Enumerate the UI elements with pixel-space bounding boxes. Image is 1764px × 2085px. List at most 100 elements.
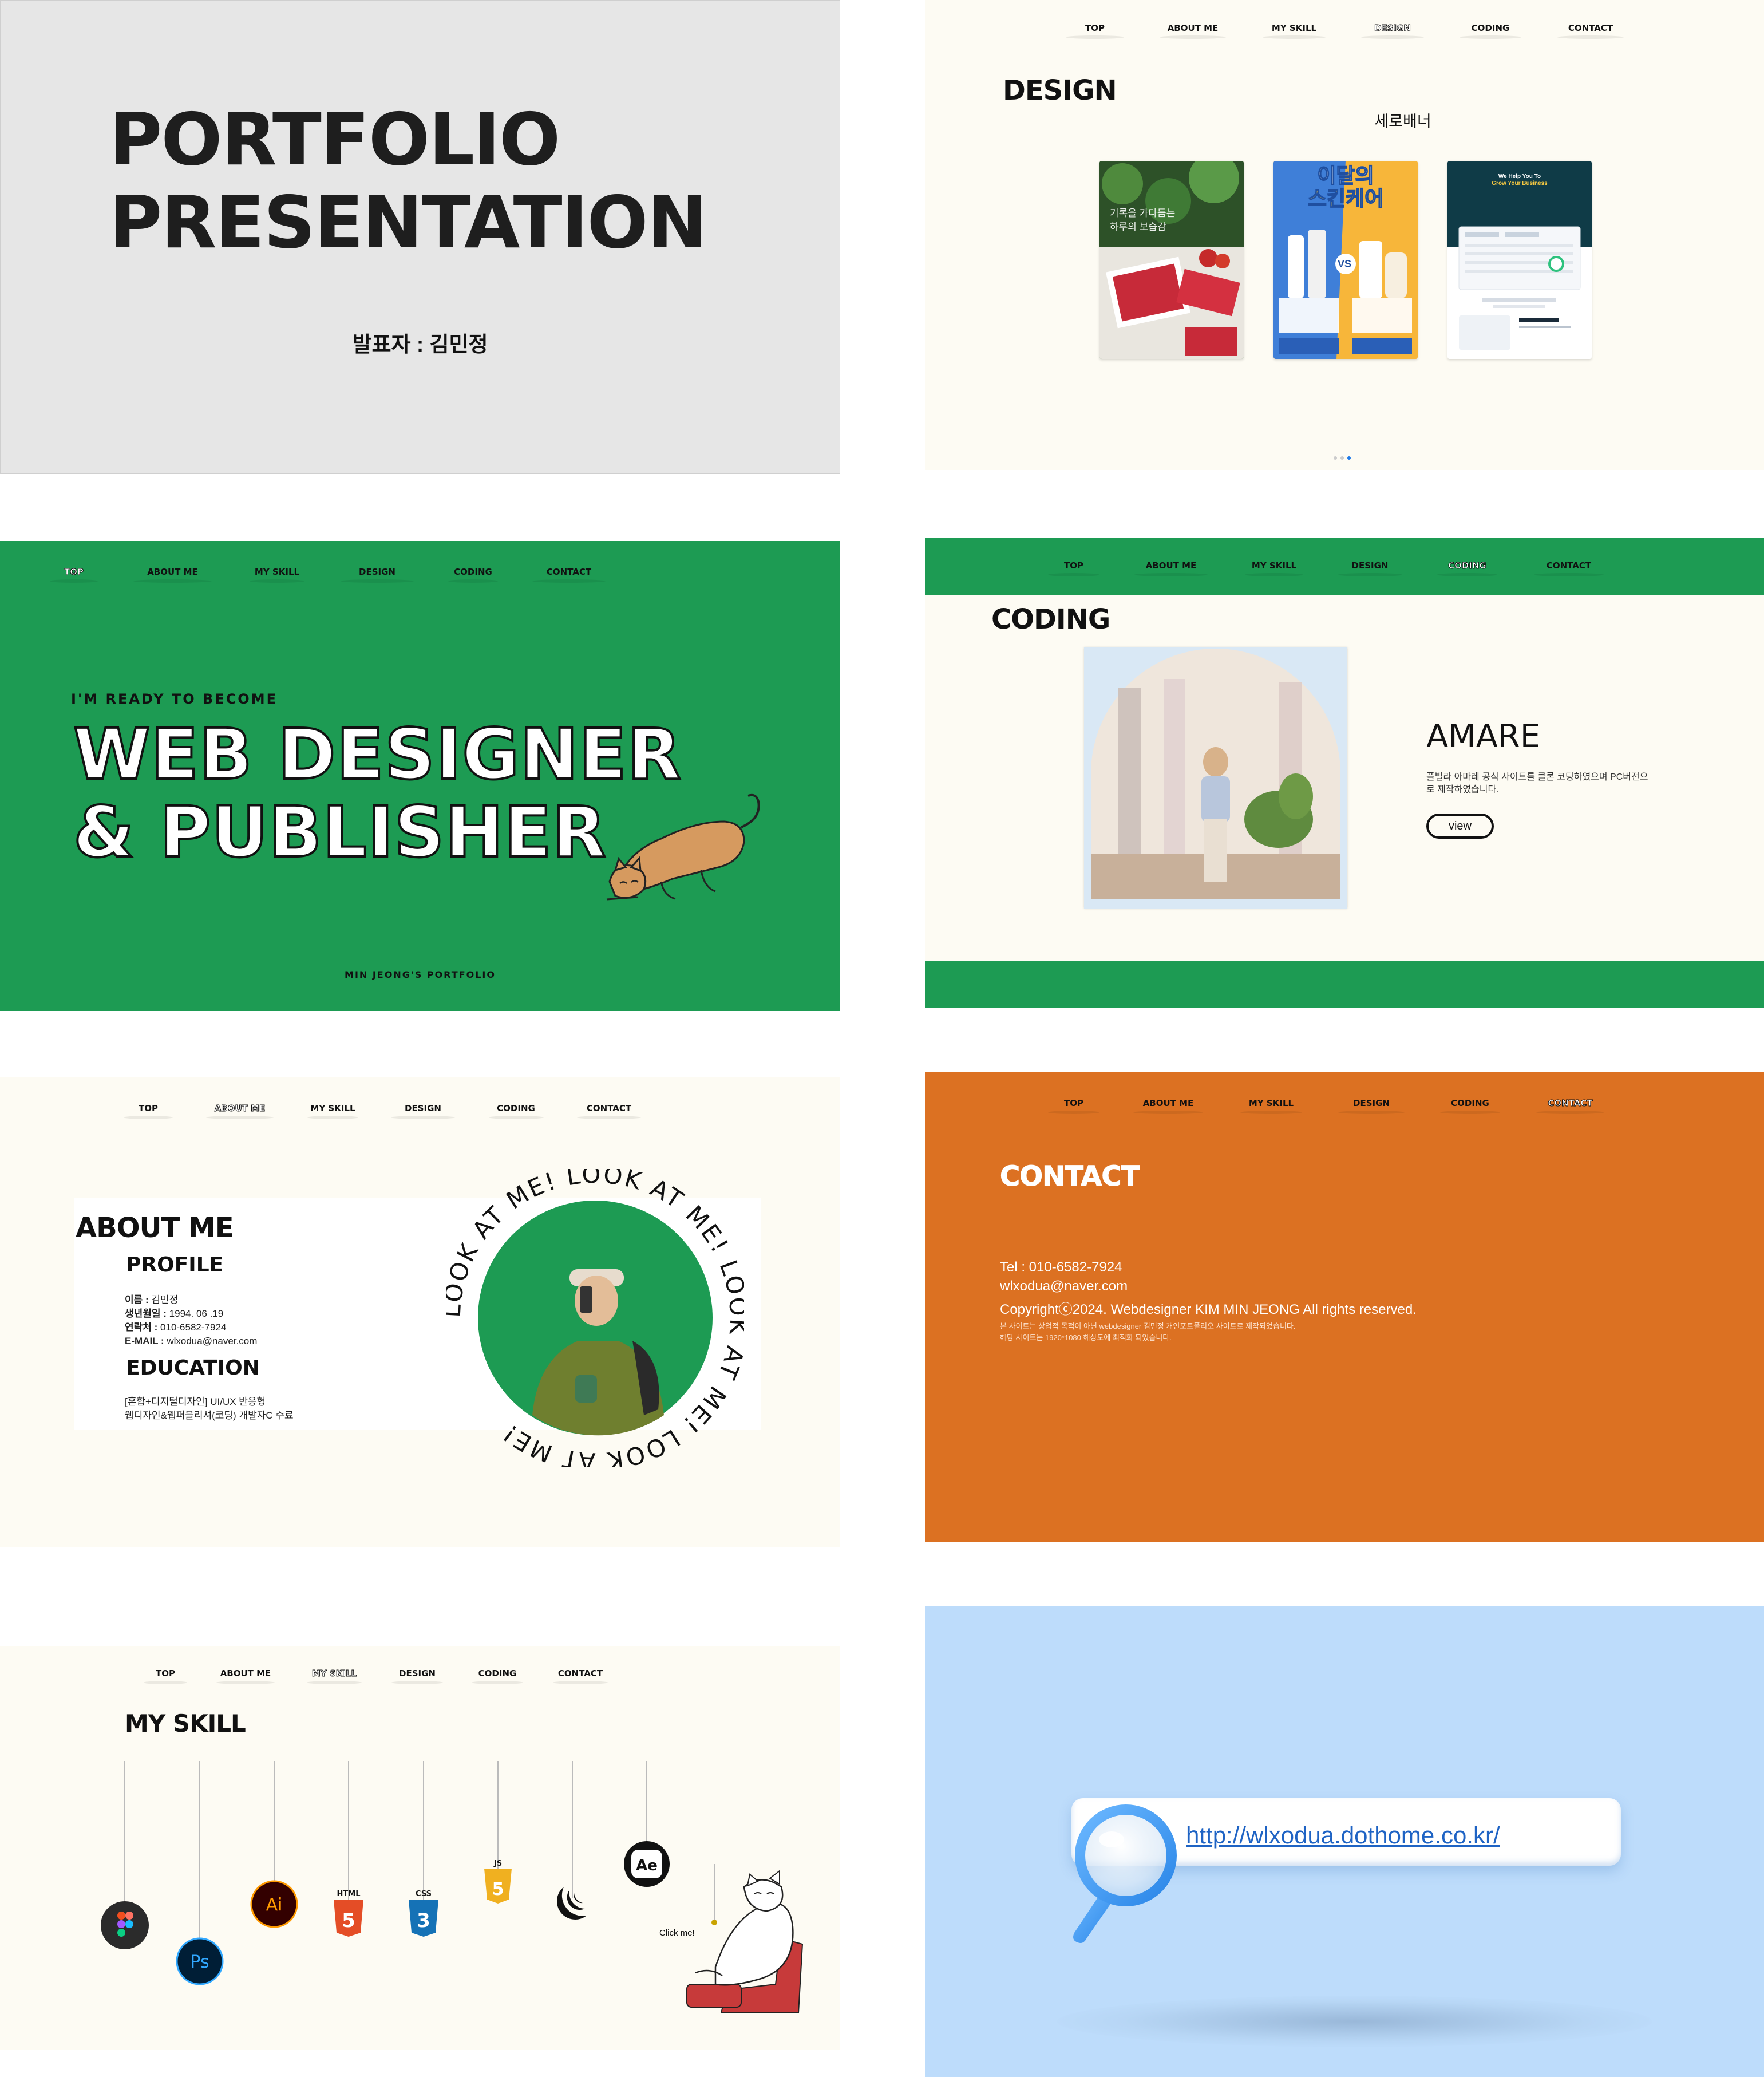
thumb-2-badge: VS: [1338, 258, 1352, 270]
nav-top[interactable]: TOP: [110, 1103, 187, 1119]
floor-shadow: [1057, 1996, 1652, 2047]
email-value: wlxodua@naver.com: [164, 1336, 258, 1346]
skill-mobile: Ps Ai HTML 5 CSS 3 JS 5 Ae: [101, 1761, 804, 2013]
nav-my-skill[interactable]: MY SKILL: [293, 1103, 373, 1119]
carousel-dot[interactable]: [1334, 456, 1337, 460]
nav-coding[interactable]: CODING: [1420, 560, 1514, 576]
after-effects-icon[interactable]: Ae: [624, 1841, 670, 1887]
nav-my-skill[interactable]: MY SKILL: [234, 567, 320, 583]
js-icon[interactable]: JS 5: [484, 1859, 512, 1904]
carousel-dot-active[interactable]: [1347, 456, 1351, 460]
contact-note-line2: 해당 사이트는 1920*1080 해상도에 최적화 되었습니다.: [1000, 1333, 1172, 1342]
name-value: 김민정: [148, 1294, 179, 1305]
hero-title-line2: & PUBLISHER: [72, 792, 607, 873]
nav-about-me[interactable]: ABOUT ME: [1114, 560, 1228, 576]
cat-on-chair-illustration[interactable]: [686, 1869, 804, 2013]
contact-tel[interactable]: Tel : 010-6582-7924: [1000, 1259, 1122, 1276]
nav-top[interactable]: TOP: [1034, 1098, 1114, 1114]
nav-top[interactable]: TOP: [37, 567, 111, 583]
nav-top[interactable]: TOP: [1034, 560, 1114, 576]
svg-text:5: 5: [492, 1879, 504, 1900]
nav-coding[interactable]: CODING: [1442, 23, 1539, 39]
green-footer-bar: [925, 961, 1764, 1008]
slide-design: TOP ABOUT ME MY SKILL DESIGN CODING CONT…: [925, 0, 1764, 470]
illustrator-icon[interactable]: Ai: [250, 1880, 298, 1928]
nav-about-me[interactable]: ABOUT ME: [1114, 1098, 1223, 1114]
nav-coding[interactable]: CODING: [434, 567, 512, 583]
profile-info: 이름 : 김민정 생년월일 : 1994. 06 .19 연락처 : 010-6…: [125, 1293, 257, 1348]
phone-key: 연락처 :: [125, 1322, 158, 1333]
nav-coding[interactable]: CODING: [1423, 1098, 1517, 1114]
nav-my-skill[interactable]: MY SKILL: [1223, 1098, 1320, 1114]
education-info: [혼합+디지털디자인] UI/UX 반응형 웹디자인&웹퍼블리셔(코딩) 개발자…: [125, 1395, 294, 1423]
nav-my-skill[interactable]: MY SKILL: [1245, 23, 1343, 39]
project-description: 플빌라 아마레 공식 사이트를 클론 코딩하였으며 PC버전으로 제작하였습니다…: [1426, 772, 1648, 795]
nav-design[interactable]: DESIGN: [1320, 560, 1420, 576]
nav-contact[interactable]: CONTACT: [1539, 23, 1642, 39]
css3-icon[interactable]: CSS 3: [409, 1890, 438, 1937]
thumb-1-line2: 하루의 보습감: [1110, 222, 1166, 232]
thumb-1-caption: 기록을 가다듬는 하루의 보습감: [1110, 207, 1175, 234]
design-thumb-1[interactable]: 기록을 가다듬는 하루의 보습감: [1099, 161, 1244, 359]
view-button[interactable]: view: [1426, 814, 1494, 839]
thumb-3-line1: We Help You To: [1498, 173, 1541, 180]
slide-skill: TOP ABOUT ME MY SKILL DESIGN CODING CONT…: [0, 1646, 840, 2050]
section-title: ABOUT ME: [76, 1212, 234, 1244]
svg-text:Ps: Ps: [190, 1952, 209, 1972]
design-thumb-3[interactable]: We Help You To Grow Your Business: [1447, 161, 1592, 359]
photoshop-icon[interactable]: Ps: [176, 1937, 224, 1985]
email-key: E-MAIL :: [125, 1336, 164, 1346]
slide-hero: TOP ABOUT ME MY SKILL DESIGN CODING CONT…: [0, 541, 840, 1011]
cover-presenter: 발표자 : 김민정: [352, 333, 488, 356]
top-nav: TOP ABOUT ME MY SKILL DESIGN CODING CONT…: [0, 567, 840, 583]
magnifier-icon: [1073, 1804, 1177, 1943]
slide-about: TOP ABOUT ME MY SKILL DESIGN CODING CONT…: [0, 1077, 840, 1547]
project-image-frame[interactable]: [1084, 647, 1347, 909]
svg-text:JS: JS: [493, 1859, 502, 1868]
svg-text:5: 5: [342, 1909, 355, 1932]
figma-icon[interactable]: [101, 1901, 149, 1949]
carousel-dot[interactable]: [1340, 456, 1344, 460]
hero-kicker: I'M READY TO BECOME: [71, 691, 278, 707]
svg-text:Ae: Ae: [636, 1857, 658, 1874]
nav-top[interactable]: TOP: [1049, 23, 1141, 39]
design-subtitle: 세로배너: [1374, 113, 1431, 130]
profile-heading: PROFILE: [126, 1253, 224, 1277]
nav-contact[interactable]: CONTACT: [1514, 560, 1623, 576]
cover-title: PORTFOLIO PRESENTATION: [109, 97, 707, 264]
nav-design[interactable]: DESIGN: [320, 567, 434, 583]
nav-contact[interactable]: CONTACT: [512, 567, 626, 583]
pull-cord[interactable]: [711, 1864, 717, 1925]
hero-title: WEB DESIGNER & PUBLISHER: [72, 714, 682, 873]
cover-title-line1: PORTFOLIO: [109, 97, 560, 181]
nav-design[interactable]: DESIGN: [1320, 1098, 1423, 1114]
html5-icon[interactable]: HTML 5: [334, 1890, 363, 1937]
thumb-1-line1: 기록을 가다듬는: [1110, 208, 1176, 219]
portfolio-link[interactable]: http://wlxodua.dothome.co.kr/: [1186, 1822, 1500, 1849]
hero-title-line1: WEB DESIGNER: [72, 714, 682, 795]
design-thumb-2[interactable]: 이달의 스킨케어 VS: [1273, 161, 1418, 359]
nav-design[interactable]: DESIGN: [1343, 23, 1442, 39]
slide-contact: TOP ABOUT ME MY SKILL DESIGN CODING CONT…: [925, 1072, 1764, 1542]
nav-contact[interactable]: CONTACT: [559, 1103, 659, 1119]
nav-about-me[interactable]: ABOUT ME: [111, 567, 234, 583]
nav-my-skill[interactable]: MY SKILL: [1228, 560, 1320, 576]
nav-coding[interactable]: CODING: [473, 1103, 559, 1119]
nav-contact[interactable]: CONTACT: [1517, 1098, 1623, 1114]
section-title: DESIGN: [1003, 74, 1117, 106]
section-title: CONTACT: [999, 1160, 1140, 1193]
section-title: CODING: [991, 603, 1110, 635]
name-key: 이름 :: [125, 1294, 149, 1305]
carousel-dots: [1334, 456, 1351, 460]
nav-design[interactable]: DESIGN: [373, 1103, 473, 1119]
project-screenshot: [1084, 647, 1347, 909]
education-heading: EDUCATION: [126, 1356, 260, 1380]
contact-email[interactable]: wlxodua@naver.com: [1000, 1278, 1128, 1294]
top-nav: TOP ABOUT ME MY SKILL DESIGN CODING CONT…: [0, 1103, 840, 1119]
nav-about-me[interactable]: ABOUT ME: [1141, 23, 1245, 39]
project-title: AMARE: [1426, 718, 1541, 755]
thumb-3-caption: We Help You To Grow Your Business: [1447, 173, 1592, 187]
nav-about-me[interactable]: ABOUT ME: [187, 1103, 293, 1119]
profile-phone: 연락처 : 010-6582-7924: [125, 1321, 257, 1334]
birth-key: 생년월일 :: [125, 1308, 167, 1319]
